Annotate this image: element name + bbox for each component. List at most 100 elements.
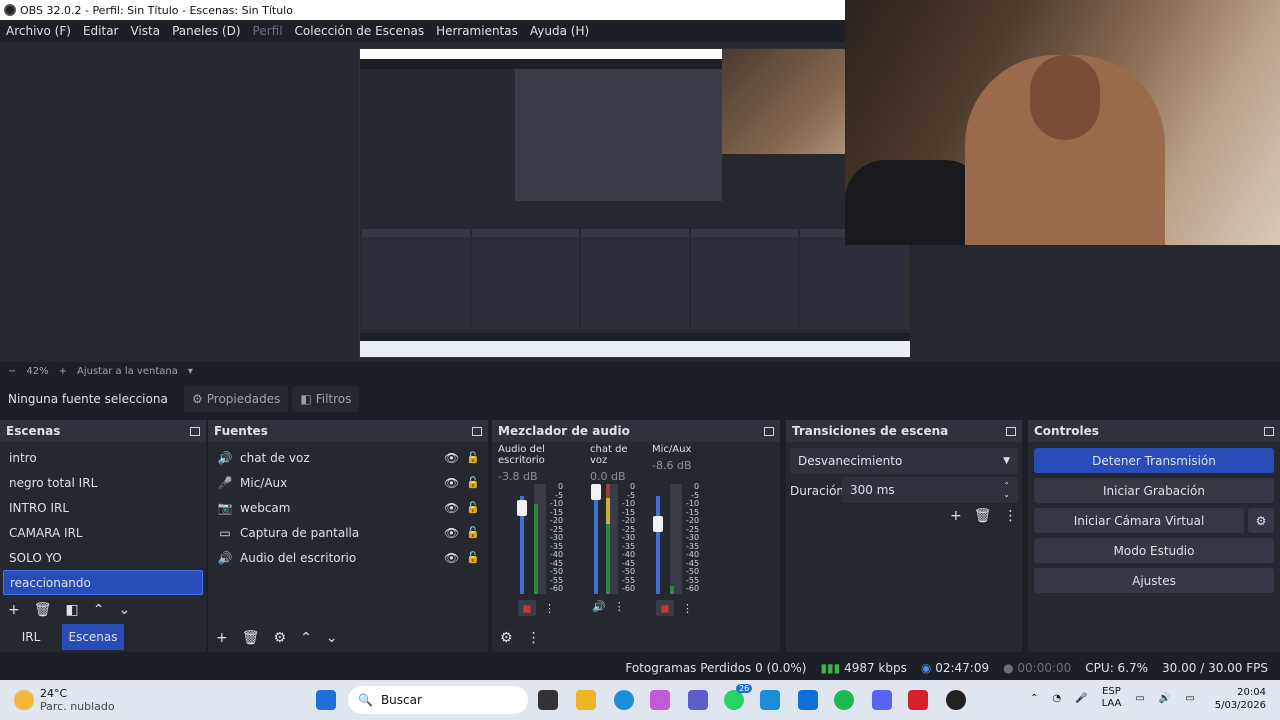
discord-icon[interactable] xyxy=(872,690,892,710)
lock-icon[interactable]: 🔓 xyxy=(466,551,480,564)
scene-item[interactable]: CAMARA IRL xyxy=(0,520,206,545)
taskbar-clock[interactable]: 20:04 5/03/2026 xyxy=(1215,686,1266,712)
source-item[interactable]: 📷 webcam 👁 🔓 xyxy=(208,495,488,520)
weather-widget[interactable]: 24°C Parc. nublado xyxy=(14,687,115,713)
chevron-down-icon[interactable]: ⌄ xyxy=(118,602,130,618)
spotify-icon[interactable] xyxy=(834,690,854,710)
mute-toggle[interactable]: ◼ xyxy=(656,600,674,616)
menu-ayuda[interactable]: Ayuda (H) xyxy=(524,24,595,38)
volume-track[interactable] xyxy=(656,496,660,594)
network-shield-icon[interactable]: ◔ xyxy=(1052,693,1061,704)
menu-coleccion-escenas[interactable]: Colección de Escenas xyxy=(289,24,431,38)
battery-icon[interactable]: ▭ xyxy=(1185,693,1194,704)
filter-icon[interactable]: ◧ xyxy=(66,602,79,618)
zoom-in-button[interactable]: + xyxy=(59,366,67,377)
gear-icon: ⚙ xyxy=(192,392,203,406)
more-options-icon[interactable]: ⋮ xyxy=(614,600,625,613)
start-recording-button[interactable]: Iniciar Grabación xyxy=(1034,478,1274,503)
add-icon[interactable]: + xyxy=(216,630,228,646)
edge-icon[interactable] xyxy=(614,690,634,710)
lock-icon[interactable]: 🔓 xyxy=(466,526,480,539)
lock-icon[interactable]: 🔓 xyxy=(466,501,480,514)
windows-start-icon[interactable] xyxy=(316,690,336,710)
volume-fader[interactable] xyxy=(591,484,601,500)
chevron-up-icon[interactable]: ⌃ xyxy=(93,602,105,618)
menu-herramientas[interactable]: Herramientas xyxy=(430,24,524,38)
source-item[interactable]: 🎤 Mic/Aux 👁 🔓 xyxy=(208,470,488,495)
scene-item[interactable]: intro xyxy=(0,445,206,470)
float-panel-icon[interactable] xyxy=(190,426,200,436)
gear-icon[interactable]: ⚙ xyxy=(500,630,513,646)
eye-icon[interactable]: 👁 xyxy=(444,551,459,565)
source-item[interactable]: 🔊 chat de voz 👁 🔓 xyxy=(208,445,488,470)
volume-fader[interactable] xyxy=(653,516,663,532)
transition-select[interactable]: Desvanecimiento ▼ xyxy=(790,448,1018,474)
add-icon[interactable]: + xyxy=(950,508,962,524)
zoom-out-button[interactable]: − xyxy=(8,366,16,377)
source-item[interactable]: 🔊 Audio del escritorio 👁 🔓 xyxy=(208,545,488,570)
more-options-icon[interactable]: ⋮ xyxy=(544,602,555,615)
stop-stream-button[interactable]: Detener Transmisión xyxy=(1034,448,1274,473)
microphone-icon[interactable]: 🎤 xyxy=(1075,693,1087,704)
lock-icon[interactable]: 🔓 xyxy=(466,451,480,464)
eye-icon[interactable]: 👁 xyxy=(444,501,459,515)
dropbox-icon[interactable] xyxy=(798,690,818,710)
file-explorer-icon[interactable] xyxy=(576,690,596,710)
trash-icon[interactable]: 🗑 xyxy=(34,602,52,618)
float-panel-icon[interactable] xyxy=(472,426,482,436)
more-options-icon[interactable]: ⋮ xyxy=(527,630,541,646)
tab-irl[interactable]: IRL xyxy=(0,624,62,650)
copilot-icon[interactable] xyxy=(650,690,670,710)
menu-archivo[interactable]: Archivo (F) xyxy=(0,24,77,38)
eye-icon[interactable]: 👁 xyxy=(444,526,459,540)
more-options-icon[interactable]: ⋮ xyxy=(682,602,693,615)
language-indicator[interactable]: ESP LAA xyxy=(1102,686,1122,710)
app-l-icon[interactable] xyxy=(908,690,928,710)
spin-arrows-icon[interactable]: ⌃ ⌄ xyxy=(1003,481,1010,499)
filters-button[interactable]: ◧ Filtros xyxy=(292,386,360,412)
duration-spinbox[interactable]: 300 ms ⌃ ⌄ xyxy=(842,477,1018,503)
speaker-icon[interactable]: 🔊 xyxy=(1159,693,1171,704)
chevron-down-icon[interactable]: ⌄ xyxy=(326,630,338,646)
teams-icon[interactable] xyxy=(688,690,708,710)
scene-item[interactable]: SOLO YO xyxy=(0,545,206,570)
add-icon[interactable]: + xyxy=(8,602,20,618)
zoom-dropdown-icon[interactable]: ▾ xyxy=(188,366,193,377)
mute-toggle[interactable]: ◼ xyxy=(518,600,536,616)
eye-icon[interactable]: 👁 xyxy=(444,476,459,490)
trash-icon[interactable]: 🗑 xyxy=(974,508,992,524)
chevron-up-icon[interactable]: ⌃ xyxy=(300,630,312,646)
float-panel-icon[interactable] xyxy=(764,426,774,436)
more-options-icon[interactable]: ⋮ xyxy=(1004,508,1018,524)
volume-fader[interactable] xyxy=(517,500,527,516)
whatsapp-icon[interactable] xyxy=(724,690,744,710)
settings-button[interactable]: Ajustes xyxy=(1034,568,1274,593)
menu-paneles[interactable]: Paneles (D) xyxy=(166,24,246,38)
scene-item-selected[interactable]: reaccionando xyxy=(3,570,203,595)
eye-icon[interactable]: 👁 xyxy=(444,451,459,465)
monitor-icon[interactable]: ▭ xyxy=(1135,693,1144,704)
properties-button[interactable]: ⚙ Propiedades xyxy=(184,386,289,412)
scene-item[interactable]: INTRO IRL xyxy=(0,495,206,520)
store-icon[interactable] xyxy=(760,690,780,710)
start-virtual-camera-button[interactable]: Iniciar Cámara Virtual xyxy=(1034,508,1244,533)
trash-icon[interactable]: 🗑 xyxy=(242,630,260,646)
lock-icon[interactable]: 🔓 xyxy=(466,476,480,489)
task-view-icon[interactable] xyxy=(538,690,558,710)
menu-editar[interactable]: Editar xyxy=(77,24,125,38)
source-item[interactable]: ▭ Captura de pantalla 👁 🔓 xyxy=(208,520,488,545)
obs-taskbar-icon[interactable] xyxy=(946,690,966,710)
float-panel-icon[interactable] xyxy=(1264,426,1274,436)
volume-track[interactable] xyxy=(594,496,598,594)
speaker-icon[interactable]: 🔊 xyxy=(592,600,606,613)
studio-mode-button[interactable]: Modo Estudio xyxy=(1034,538,1274,563)
scene-item[interactable]: negro total IRL xyxy=(0,470,206,495)
taskbar-search[interactable]: 🔍 Buscar xyxy=(348,686,528,714)
gear-icon[interactable]: ⚙ xyxy=(274,630,287,646)
chevron-up-icon[interactable]: ⌃ xyxy=(1030,693,1038,704)
float-panel-icon[interactable] xyxy=(1006,426,1016,436)
menu-vista[interactable]: Vista xyxy=(124,24,166,38)
virtual-camera-settings-button[interactable]: ⚙ xyxy=(1248,508,1274,533)
tab-escenas[interactable]: Escenas xyxy=(62,624,124,650)
menu-perfil[interactable]: Perfil xyxy=(247,24,289,38)
